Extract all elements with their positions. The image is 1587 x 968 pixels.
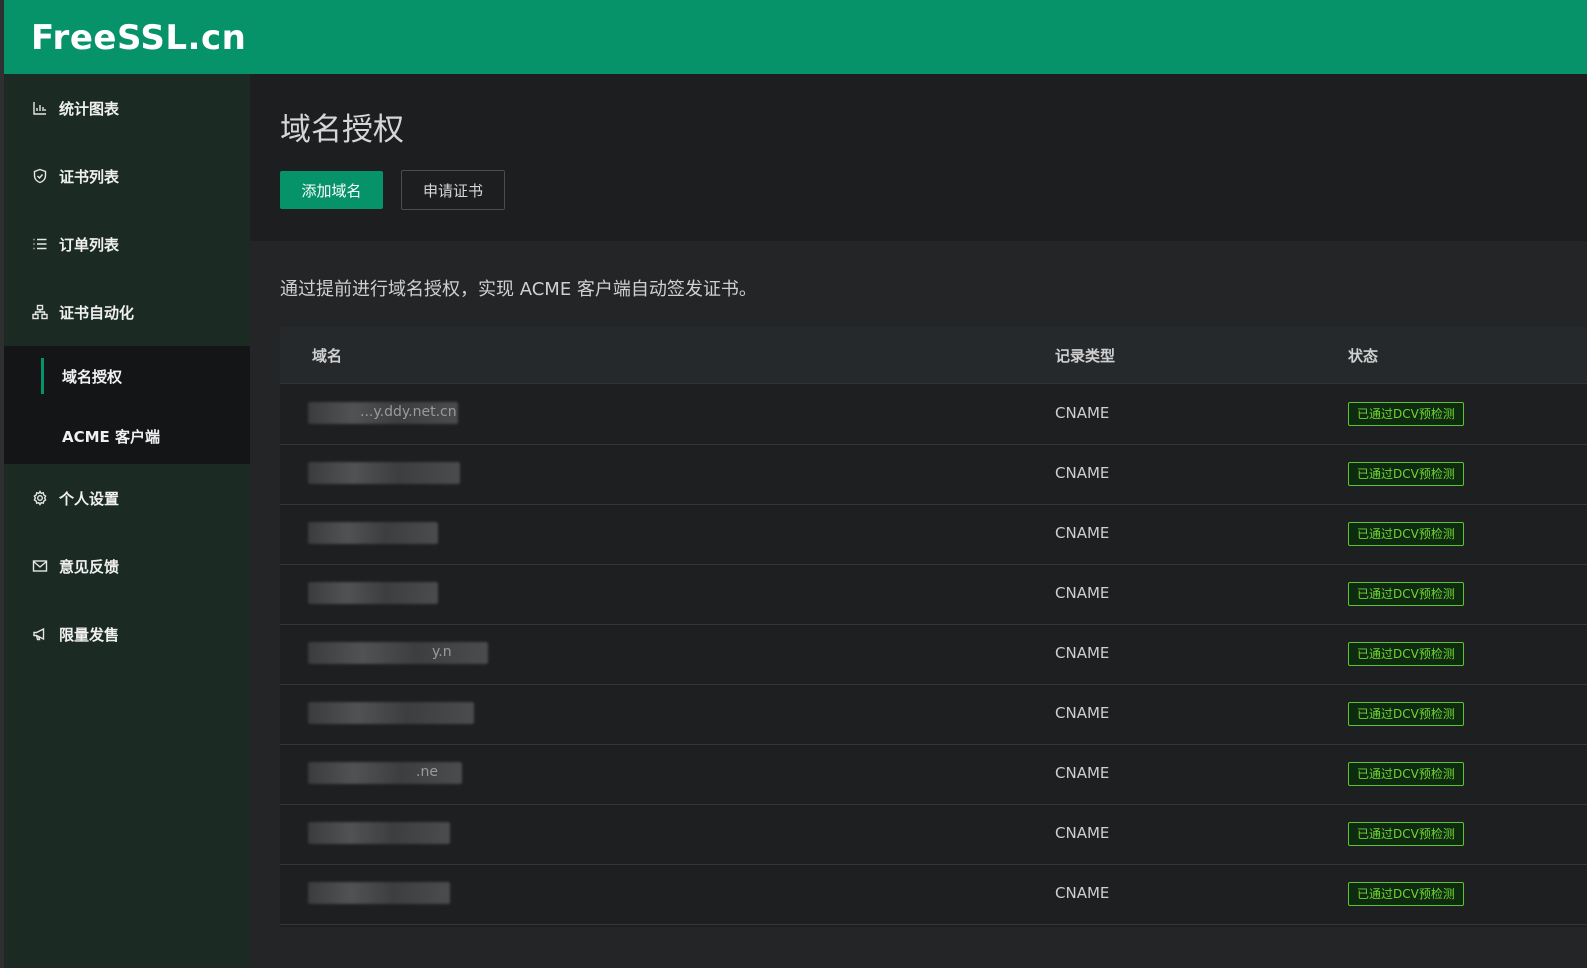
record-type-cell: CNAME [1055,464,1110,482]
active-indicator [41,358,44,394]
top-header: FreeSSL.cn [0,0,1587,74]
column-header-status: 状态 [1348,347,1379,365]
sidebar-submenu: 域名授权 ACME 客户端 [4,346,250,464]
status-badge: 已通过DCV预检测 [1348,702,1464,726]
sidebar-item-label: 证书自动化 [59,304,135,322]
domain-cell-redacted [308,582,438,604]
column-header-domain: 域名 [312,347,343,365]
domain-cell-redacted [308,882,450,904]
status-badge: 已通过DCV预检测 [1348,882,1464,906]
record-type-cell: CNAME [1055,644,1110,662]
sidebar-item-stats[interactable]: 统计图表 [4,88,250,128]
table-row[interactable]: CNAME 已通过DCV预检测 [280,504,1587,565]
table-row[interactable]: CNAME 已通过DCV预检测 [280,444,1587,505]
status-badge: 已通过DCV预检测 [1348,462,1464,486]
sidebar-item-label: 个人设置 [59,490,120,508]
gear-icon [32,490,48,506]
page-header [250,74,1587,241]
sidebar-item-label: 证书列表 [59,168,120,186]
sidebar-subitem-label: 域名授权 [62,368,123,386]
status-badge: 已通过DCV预检测 [1348,762,1464,786]
status-badge: 已通过DCV预检测 [1348,582,1464,606]
domain-table: 域名 记录类型 状态 ...y.ddy.net.cn CNAME 已通过DCV预… [280,327,1587,927]
bar-chart-icon [32,100,48,116]
shield-icon [32,168,48,184]
sidebar-item-label: 统计图表 [59,100,120,118]
record-type-cell: CNAME [1055,704,1110,722]
table-row[interactable]: CNAME 已通过DCV预检测 [280,804,1587,865]
record-type-cell: CNAME [1055,884,1110,902]
domain-cell-redacted [308,822,450,844]
add-domain-button[interactable]: 添加域名 [280,171,383,209]
domain-cell-redacted [308,702,474,724]
status-badge: 已通过DCV预检测 [1348,642,1464,666]
sidebar-item-label: 订单列表 [59,236,120,254]
status-badge: 已通过DCV预检测 [1348,822,1464,846]
apply-cert-button[interactable]: 申请证书 [401,170,505,210]
table-row[interactable]: y.n CNAME 已通过DCV预检测 [280,624,1587,685]
sidebar-item-cert-automation[interactable]: 证书自动化 [4,292,250,332]
status-badge: 已通过DCV预检测 [1348,522,1464,546]
sidebar-item-cert-list[interactable]: 证书列表 [4,156,250,196]
sidebar-subitem-domain-auth[interactable]: 域名授权 [4,356,250,396]
sidebar: 统计图表 证书列表 订单列表 证书自动化 个人设置 意见反馈 限量发售 [4,74,250,968]
domain-cell-redacted [308,462,460,484]
sidebar-item-settings[interactable]: 个人设置 [4,478,250,518]
sitemap-icon [32,304,48,320]
sidebar-subitem-acme-client[interactable]: ACME 客户端 [4,416,250,456]
record-type-cell: CNAME [1055,824,1110,842]
table-row[interactable]: ...y.ddy.net.cn CNAME 已通过DCV预检测 [280,384,1587,445]
list-icon [32,236,48,252]
table-row[interactable]: CNAME 已通过DCV预检测 [280,564,1587,625]
sidebar-item-limited-sale[interactable]: 限量发售 [4,614,250,654]
table-header: 域名 记录类型 状态 [280,327,1587,384]
record-type-cell: CNAME [1055,764,1110,782]
domain-cell-redacted [308,762,462,784]
page-title: 域名授权 [280,112,404,148]
status-badge: 已通过DCV预检测 [1348,402,1464,426]
page-description: 通过提前进行域名授权，实现 ACME 客户端自动签发证书。 [280,279,757,300]
sidebar-item-order-list[interactable]: 订单列表 [4,224,250,264]
sidebar-subitem-label: ACME 客户端 [62,428,161,446]
record-type-cell: CNAME [1055,404,1110,422]
megaphone-icon [32,626,48,642]
sidebar-item-feedback[interactable]: 意见反馈 [4,546,250,586]
table-row[interactable]: CNAME 已通过DCV预检测 [280,864,1587,925]
table-row[interactable]: CNAME 已通过DCV预检测 [280,684,1587,745]
domain-cell-redacted [308,642,488,664]
domain-cell-text: ...y.ddy.net.cn [360,404,457,420]
record-type-cell: CNAME [1055,524,1110,542]
table-row[interactable]: .ne CNAME 已通过DCV预检测 [280,744,1587,805]
domain-cell-text: .ne [416,764,438,780]
record-type-cell: CNAME [1055,584,1110,602]
sidebar-item-label: 限量发售 [59,626,120,644]
site-logo[interactable]: FreeSSL.cn [31,18,246,58]
column-header-record-type: 记录类型 [1055,347,1116,365]
sidebar-item-label: 意见反馈 [59,558,120,576]
mail-icon [32,558,48,574]
domain-cell-redacted [308,522,438,544]
domain-cell-text: y.n [432,644,452,660]
